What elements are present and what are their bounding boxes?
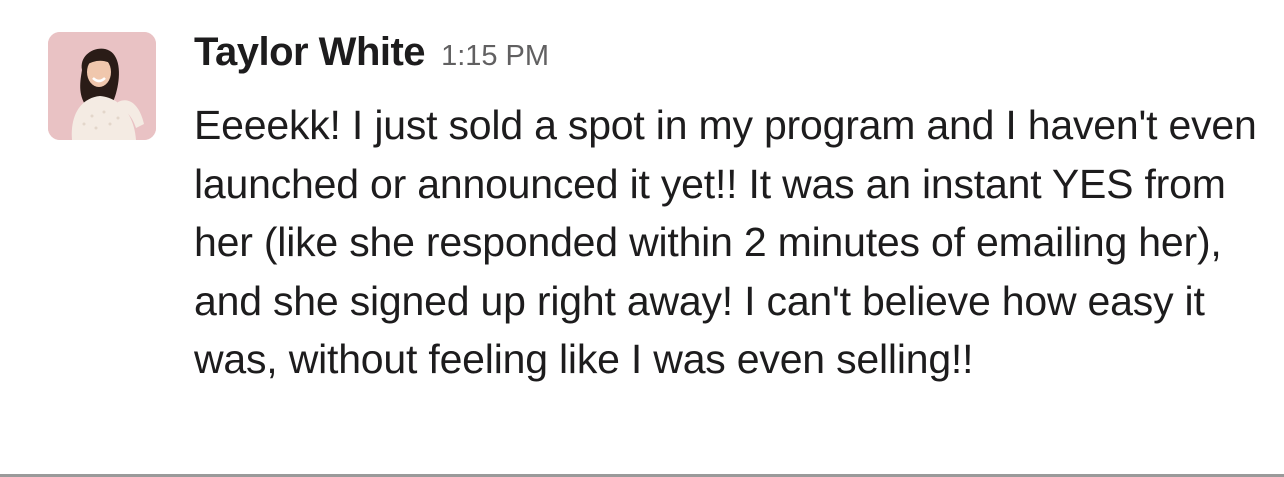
author-name[interactable]: Taylor White [194,30,426,75]
chat-message: Taylor White 1:15 PM Eeeekk! I just sold… [0,0,1284,474]
avatar[interactable] [48,32,156,140]
message-header: Taylor White 1:15 PM [194,30,1264,90]
avatar-photo-icon [48,32,156,140]
message-timestamp[interactable]: 1:15 PM [441,40,549,73]
message-content: Taylor White 1:15 PM Eeeekk! I just sold… [194,30,1264,389]
message-body: Eeeekk! I just sold a spot in my program… [194,102,1257,382]
